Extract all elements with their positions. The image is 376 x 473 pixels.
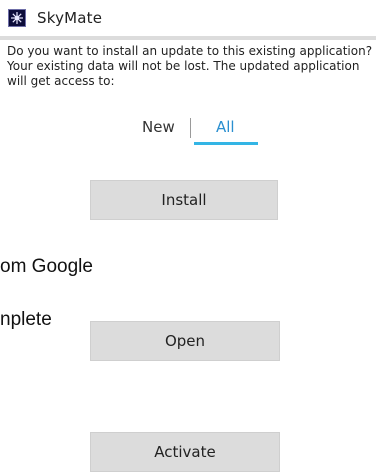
tab-selected-indicator [194, 142, 258, 145]
app-header: SkyMate [8, 7, 102, 29]
skymate-logo-icon [8, 9, 26, 27]
tab-divider [190, 118, 191, 138]
activate-button[interactable]: Activate [90, 432, 280, 472]
open-button[interactable]: Open [90, 321, 280, 361]
install-button[interactable]: Install [90, 180, 278, 220]
background-text: om Google [0, 256, 93, 277]
permission-tabs: New All [0, 118, 376, 148]
app-title: SkyMate [37, 9, 103, 27]
tab-new[interactable]: New [142, 118, 175, 136]
background-text: nplete [0, 309, 52, 330]
tab-all[interactable]: All [216, 118, 235, 136]
install-description: Do you want to install an update to this… [7, 44, 373, 88]
header-divider [0, 36, 376, 40]
